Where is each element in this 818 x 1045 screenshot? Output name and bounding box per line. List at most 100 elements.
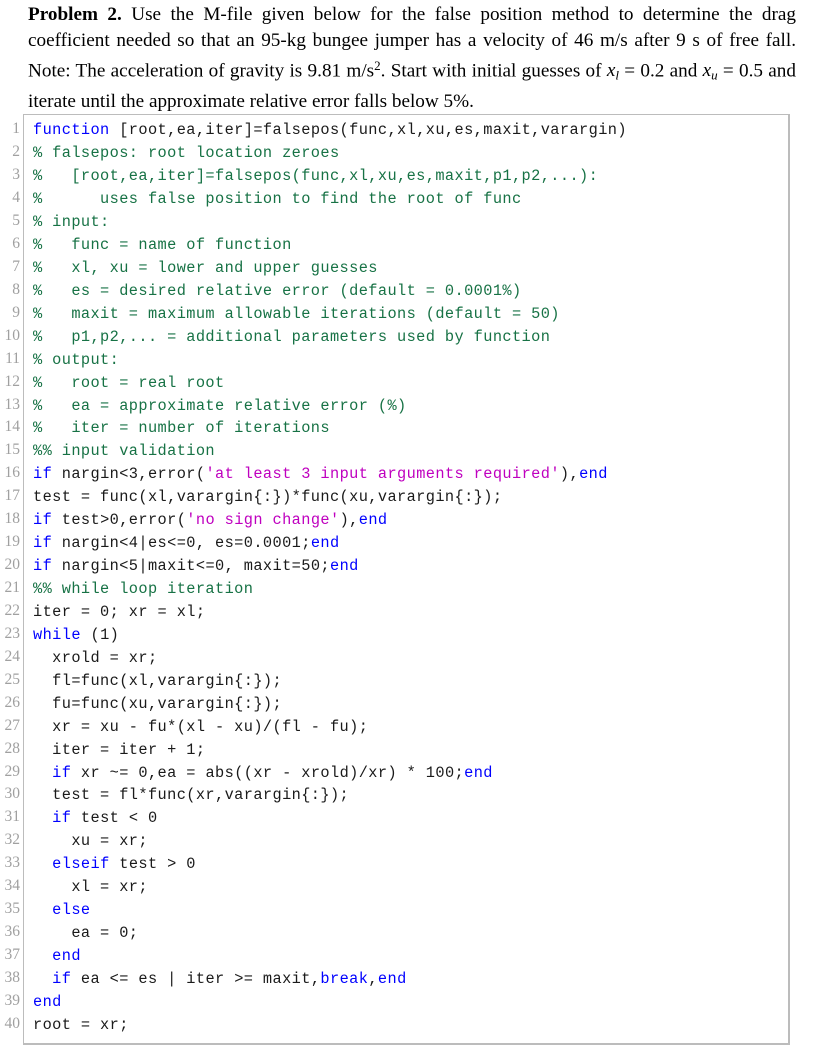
code-line[interactable]: ea = 0;: [33, 922, 784, 945]
line-number: 38: [4, 968, 21, 986]
code-line[interactable]: % input:: [33, 211, 784, 234]
code-token-kw: end: [579, 465, 608, 484]
code-line[interactable]: % falsepos: root location zeroes: [33, 142, 784, 165]
line-number: 7: [12, 257, 20, 275]
code-line[interactable]: % ea = approximate relative error (%): [33, 395, 784, 418]
line-number: 14: [4, 418, 21, 436]
code-line[interactable]: if xr ~= 0,ea = abs((xr - xrold)/xr) * 1…: [33, 762, 784, 785]
code-token-com: % ea = approximate relative error (%): [33, 396, 407, 415]
code-token-kw: if: [33, 557, 53, 576]
line-number: 28: [4, 739, 21, 757]
code-token-com: % es = desired relative error (default =…: [33, 281, 522, 300]
code-token-txt: root = xr;: [33, 1015, 129, 1034]
code-line[interactable]: % uses false position to find the root o…: [33, 188, 784, 211]
code-line[interactable]: while (1): [33, 624, 784, 647]
code-token-str: 'no sign change': [186, 511, 340, 530]
code-line[interactable]: if nargin<5|maxit<=0, maxit=50;end: [33, 555, 784, 578]
code-line[interactable]: fl=func(xl,varargin{:});: [33, 670, 784, 693]
code-line[interactable]: if test>0,error('no sign change'),end: [33, 509, 784, 532]
code-line[interactable]: test = fl*func(xr,varargin{:});: [33, 784, 784, 807]
code-line[interactable]: xu = xr;: [33, 830, 784, 853]
code-token-txt: iter = 0; xr = xl;: [33, 602, 206, 621]
code-line[interactable]: %% input validation: [33, 440, 784, 463]
code-token-kw: end: [358, 511, 388, 530]
code-token-kw: elseif: [52, 855, 110, 874]
problem-text-part-2: . Start with initial guesses of: [380, 60, 607, 82]
code-line[interactable]: xr = xu - fu*(xl - xu)/(fl - fu);: [33, 716, 784, 739]
code-line[interactable]: else: [33, 899, 784, 922]
code-token-kw: while: [33, 625, 81, 644]
line-number: 37: [4, 946, 21, 964]
code-frame[interactable]: function [root,ea,iter]=falsepos(func,xl…: [23, 114, 790, 1045]
math-var-xu-base: x: [702, 60, 712, 82]
code-token-com: % maxit = maximum allowable iterations (…: [33, 304, 560, 323]
code-line[interactable]: % root = real root: [33, 372, 784, 395]
line-number-gutter: 1 2 3 4 5 6 7 8 9 10 11 12 13 14 15 16 17 18 19 20 21 22 23 24 2…: [0, 118, 21, 1036]
code-token-kw: if: [52, 763, 72, 782]
code-line[interactable]: if nargin<4|es<=0, es=0.0001;end: [33, 532, 784, 555]
code-line[interactable]: end: [33, 991, 784, 1014]
code-line[interactable]: if nargin<3,error('at least 3 input argu…: [33, 463, 784, 486]
problem-label: Problem 2.: [28, 4, 122, 25]
code-token-txt: xu = xr;: [33, 832, 148, 851]
code-line[interactable]: %% while loop iteration: [33, 578, 784, 601]
code-token-txt: xr = xu - fu*(xl - xu)/(fl - fu);: [33, 717, 369, 736]
line-number: 25: [4, 670, 21, 688]
code-token-com: % uses false position to find the root o…: [33, 190, 522, 209]
line-number: 11: [5, 349, 20, 367]
code-line[interactable]: root = xr;: [33, 1014, 784, 1037]
code-token-kw: if: [52, 969, 72, 988]
code-line[interactable]: % [root,ea,iter]=falsepos(func,xl,xu,es,…: [33, 165, 784, 188]
code-token-txt: test > 0: [109, 855, 196, 874]
code-line[interactable]: % p1,p2,... = additional parameters used…: [33, 326, 784, 349]
code-line[interactable]: % es = desired relative error (default =…: [33, 280, 784, 303]
code-token-txt: xrold = xr;: [33, 648, 158, 667]
line-number: 6: [12, 234, 20, 252]
code-token-txt: fu=func(xu,varargin{:});: [33, 694, 283, 713]
code-line[interactable]: end: [33, 945, 784, 968]
code-line[interactable]: function [root,ea,iter]=falsepos(func,xl…: [33, 119, 784, 142]
code-token-txt: test = fl*func(xr,varargin{:});: [33, 786, 350, 805]
line-number: 17: [4, 487, 21, 505]
line-number: 34: [4, 877, 21, 895]
code-token-txt: [root,ea,iter]=falsepos(func,xl,xu,es,ma…: [109, 121, 627, 140]
code-line[interactable]: % output:: [33, 349, 784, 372]
code-token-com: % input:: [33, 213, 110, 232]
line-number: 1: [12, 120, 20, 138]
line-number: 5: [12, 212, 20, 230]
code-line[interactable]: % xl, xu = lower and upper guesses: [33, 257, 784, 280]
code-line[interactable]: if test < 0: [33, 807, 784, 830]
code-line[interactable]: iter = 0; xr = xl;: [33, 601, 784, 624]
line-number: 27: [4, 716, 21, 734]
code-token-com: %% input validation: [33, 442, 216, 461]
line-number: 13: [4, 395, 21, 413]
code-line[interactable]: test = func(xl,varargin{:})*func(xu,vara…: [33, 486, 784, 509]
code-line[interactable]: iter = iter + 1;: [33, 739, 784, 762]
line-number: 21: [4, 579, 21, 597]
code-line[interactable]: elseif test > 0: [33, 853, 784, 876]
line-number: 22: [4, 601, 21, 619]
code-token-kw: if: [33, 534, 53, 553]
line-number: 10: [4, 326, 21, 344]
code-line[interactable]: % iter = number of iterations: [33, 417, 784, 440]
code-token-com: %% while loop iteration: [33, 580, 254, 599]
code-line[interactable]: % func = name of function: [33, 234, 784, 257]
code-line[interactable]: if ea <= es | iter >= maxit,break,end: [33, 968, 784, 991]
code-line[interactable]: xrold = xr;: [33, 647, 784, 670]
code-token-txt: ,: [368, 969, 378, 988]
code-token-com: % root = real root: [33, 373, 225, 392]
line-number: 33: [4, 854, 21, 872]
code-token-kw: end: [33, 992, 62, 1011]
code-token-com: % func = name of function: [33, 235, 292, 254]
code-listing: 1 2 3 4 5 6 7 8 9 10 11 12 13 14 15 16 17 18 19 20 21 22 23 24 2…: [0, 114, 818, 1045]
code-token-txt: test < 0: [71, 809, 158, 828]
code-token-txt: xr ~= 0,ea = abs((xr - xrold)/xr) * 100;: [71, 763, 465, 782]
code-line[interactable]: % maxit = maximum allowable iterations (…: [33, 303, 784, 326]
code-token-txt: nargin<4|es<=0, es=0.0001;: [52, 534, 311, 553]
code-token-kw: end: [377, 969, 407, 988]
code-token-txt: fl=func(xl,varargin{:});: [33, 671, 283, 690]
code-line[interactable]: fu=func(xu,varargin{:});: [33, 693, 784, 716]
line-number: 24: [4, 647, 21, 665]
code-line[interactable]: xl = xr;: [33, 876, 784, 899]
